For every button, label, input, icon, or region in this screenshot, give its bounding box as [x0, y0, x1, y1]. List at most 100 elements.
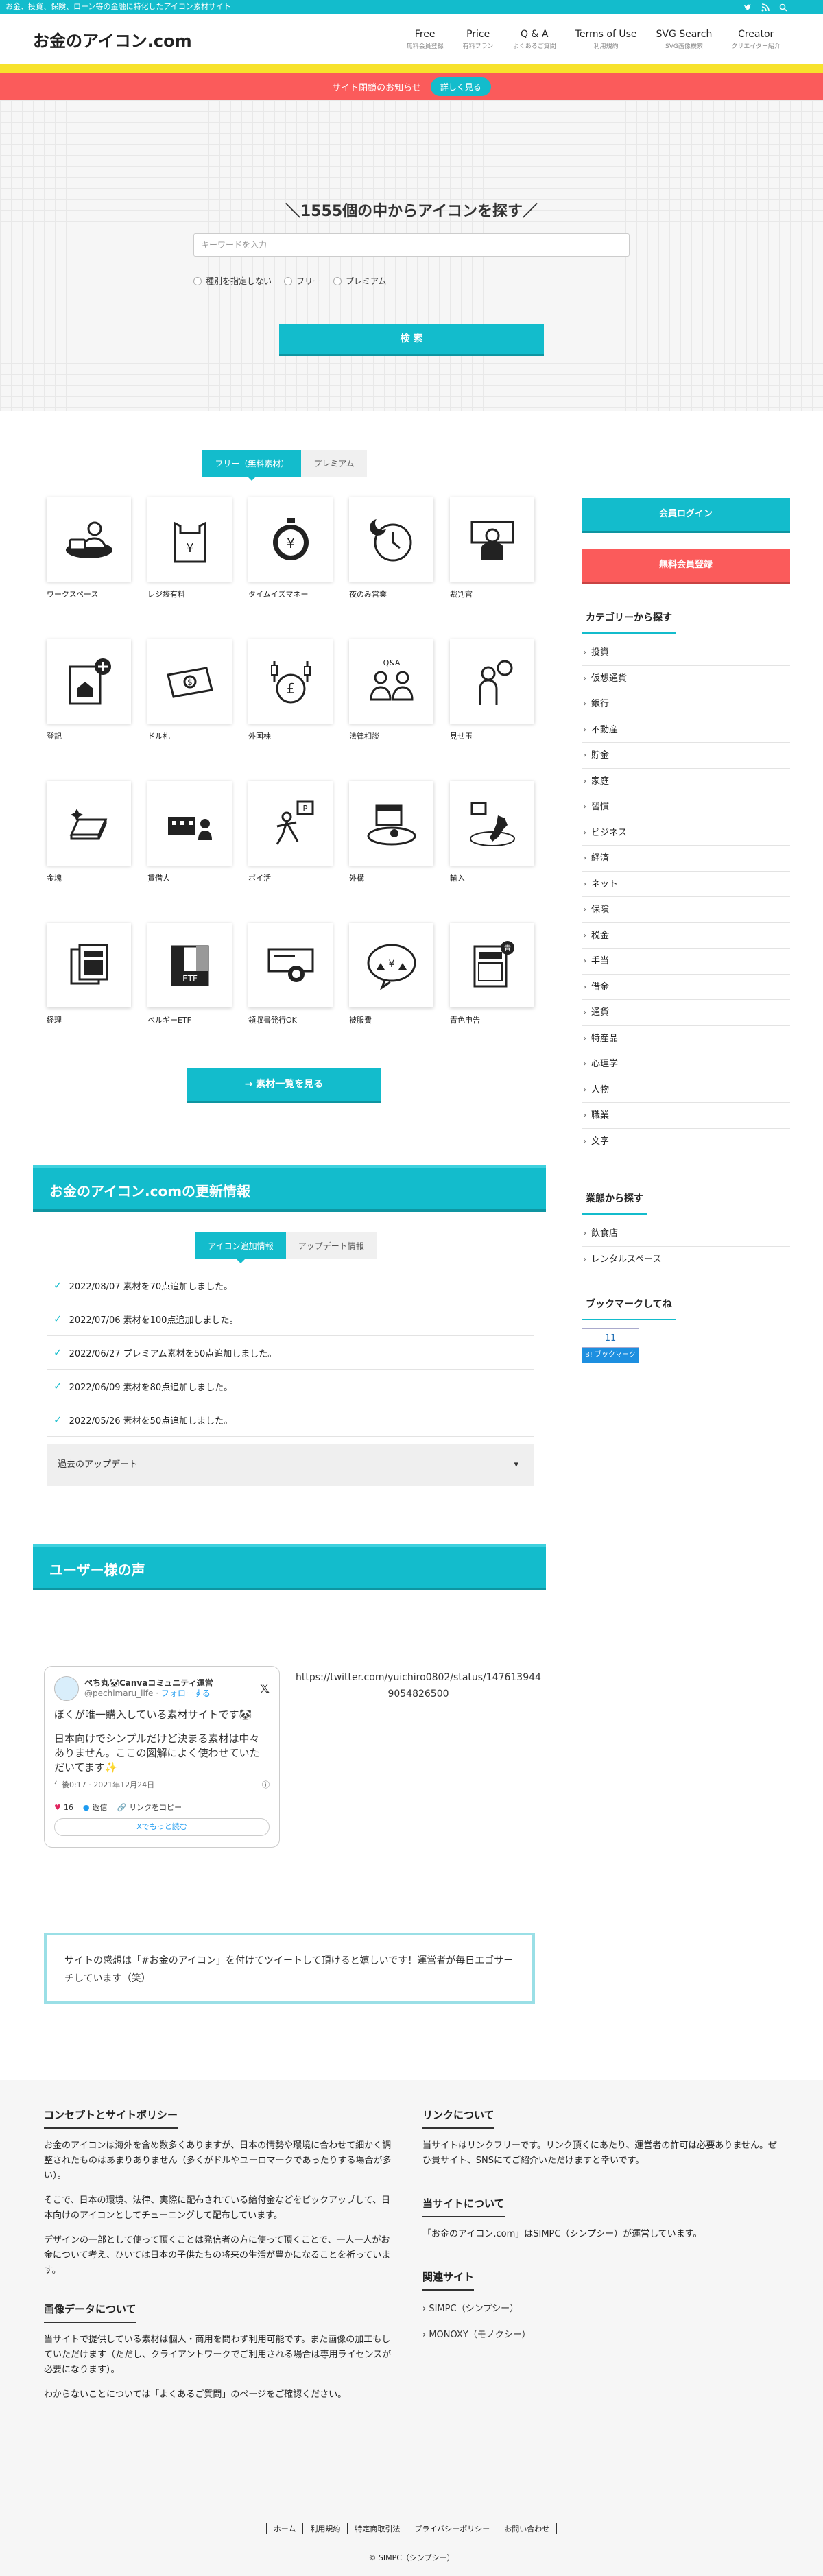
footer-link-contact[interactable]: お問い合わせ [497, 2523, 558, 2534]
icon-thumb[interactable] [47, 497, 131, 582]
category-item[interactable]: 習慣 [582, 794, 790, 820]
icon-card[interactable]: ワークスペース [47, 497, 131, 599]
icon-thumb[interactable] [147, 781, 232, 866]
footer-link-terms[interactable]: 利用規約 [302, 2523, 347, 2534]
category-item[interactable]: 通貨 [582, 1000, 790, 1026]
category-item[interactable]: 特産品 [582, 1026, 790, 1051]
icon-card[interactable]: ETF ベルギーETF [147, 923, 232, 1025]
icon-card[interactable]: 登記 [47, 639, 131, 741]
icon-card[interactable]: ¥ タイムイズマネー [248, 497, 333, 599]
icon-thumb[interactable] [47, 639, 131, 724]
icon-card[interactable]: 見せ玉 [450, 639, 534, 741]
category-item[interactable]: 不動産 [582, 717, 790, 743]
radio-free[interactable]: フリー [284, 275, 321, 287]
radio-circle[interactable] [284, 276, 293, 285]
tab-premium[interactable]: プレミアム [301, 450, 367, 477]
tab-icon-additions[interactable]: アイコン追加情報 [195, 1232, 286, 1263]
search-button[interactable]: 検 索 [279, 324, 544, 354]
view-all-button[interactable]: → 素材一覧を見る [187, 1068, 381, 1101]
related-label[interactable]: SIMPC（シンプシー） [429, 2304, 518, 2314]
radio-circle[interactable] [333, 276, 342, 285]
icon-card[interactable]: 経理 [47, 923, 131, 1025]
bookmark-widget[interactable]: 11 B! ブックマーク [582, 1328, 639, 1363]
category-item[interactable]: ビジネス [582, 820, 790, 846]
icon-thumb[interactable] [349, 781, 433, 866]
category-item[interactable]: ネット [582, 872, 790, 897]
icon-card[interactable]: 領収書発行OK [248, 923, 333, 1025]
notice-button[interactable]: 詳しく見る [430, 77, 491, 96]
category-item[interactable]: 人物 [582, 1077, 790, 1103]
category-item[interactable]: 経済 [582, 846, 790, 872]
icon-card[interactable]: 金塊 [47, 781, 131, 883]
tab-free[interactable]: フリー（無料素材） [202, 450, 302, 481]
tweet-url[interactable]: https://twitter.com/yuichiro0802/status/… [295, 1669, 542, 1702]
icon-thumb[interactable]: ¥ [248, 497, 333, 582]
icon-thumb[interactable]: P [248, 781, 333, 866]
embedded-tweet[interactable]: ぺち丸🐼Canvaコミュニティ運営 @pechimaru_life · フォロー… [44, 1666, 280, 1848]
icon-thumb[interactable] [248, 923, 333, 1007]
read-more-button[interactable]: Xでもっと読む [54, 1818, 270, 1836]
category-item[interactable]: 借金 [582, 975, 790, 1000]
icon-card[interactable]: P ポイ活 [248, 781, 333, 883]
icon-card[interactable]: ¥ レジ袋有料 [147, 497, 232, 599]
nav-item-price[interactable]: Price 有料プラン [453, 29, 503, 50]
icon-thumb[interactable]: Q&A [349, 639, 433, 724]
link-icon[interactable]: 🔗 [117, 1803, 126, 1812]
follow-link[interactable]: フォローする [161, 1689, 211, 1698]
industry-item[interactable]: レンタルスペース [582, 1247, 790, 1272]
nav-item-qa[interactable]: Q & A よくあるご質問 [503, 29, 566, 50]
category-item[interactable]: 心理学 [582, 1051, 790, 1077]
icon-card[interactable]: 外構 [349, 781, 433, 883]
login-button[interactable]: 会員ログイン [582, 498, 790, 531]
reply-icon[interactable]: ● [83, 1803, 90, 1812]
icon-thumb[interactable]: 青 [450, 923, 534, 1007]
category-item[interactable]: 文字 [582, 1129, 790, 1154]
heart-icon[interactable]: ♥ [54, 1803, 61, 1812]
reply-label[interactable]: 返信 [92, 1802, 107, 1813]
category-item[interactable]: 仮想通貨 [582, 666, 790, 691]
category-item[interactable]: 職業 [582, 1103, 790, 1129]
search-icon[interactable] [779, 3, 787, 12]
category-item[interactable]: 貯金 [582, 743, 790, 769]
category-item[interactable]: 家庭 [582, 769, 790, 794]
twitter-icon[interactable] [743, 3, 752, 11]
past-updates-accordion[interactable]: 過去のアップデート [47, 1444, 534, 1486]
industry-item[interactable]: 飲食店 [582, 1221, 790, 1247]
icon-card[interactable]: 青青色申告 [450, 923, 534, 1025]
icon-thumb[interactable] [349, 497, 433, 582]
icon-thumb[interactable]: £ [248, 639, 333, 724]
rss-icon[interactable] [761, 3, 770, 12]
icon-card[interactable]: Q&A 法律相談 [349, 639, 433, 741]
footer-link-home[interactable]: ホーム [265, 2523, 303, 2534]
icon-thumb[interactable]: ETF [147, 923, 232, 1007]
search-input[interactable]: キーワードを入力 [193, 233, 630, 257]
icon-card[interactable]: 輸入 [450, 781, 534, 883]
related-item[interactable]: › MONOXY（モノクシー） [422, 2322, 779, 2348]
category-item[interactable]: 保険 [582, 897, 790, 923]
icon-card[interactable]: 夜のみ営業 [349, 497, 433, 599]
info-icon[interactable]: ⓘ [262, 1779, 270, 1790]
icon-thumb[interactable] [47, 781, 131, 866]
icon-card[interactable]: 裁判官 [450, 497, 534, 599]
icon-card[interactable]: 賃借人 [147, 781, 232, 883]
footer-link-commerce[interactable]: 特定商取引法 [347, 2523, 407, 2534]
icon-thumb[interactable] [450, 781, 534, 866]
copy-link-label[interactable]: リンクをコピー [129, 1802, 182, 1813]
icon-thumb[interactable]: ¥ [349, 923, 433, 1007]
related-label[interactable]: MONOXY（モノクシー） [429, 2330, 530, 2340]
nav-item-creator[interactable]: Creator クリエイター紹介 [721, 29, 790, 50]
icon-card[interactable]: $ ドル札 [147, 639, 232, 741]
nav-item-svg-search[interactable]: SVG Search SVG画像検索 [646, 29, 721, 50]
icon-thumb[interactable]: $ [147, 639, 232, 724]
related-item[interactable]: › SIMPC（シンプシー） [422, 2296, 779, 2322]
register-button[interactable]: 無料会員登録 [582, 549, 790, 582]
radio-any[interactable]: 種別を指定しない [193, 275, 272, 287]
icon-thumb[interactable] [450, 497, 534, 582]
icon-thumb[interactable]: ¥ [147, 497, 232, 582]
icon-card[interactable]: ¥ 被服費 [349, 923, 433, 1025]
footer-link-privacy[interactable]: プライバシーポリシー [407, 2523, 497, 2534]
icon-thumb[interactable] [47, 923, 131, 1007]
radio-premium[interactable]: プレミアム [333, 275, 386, 287]
category-item[interactable]: 税金 [582, 923, 790, 949]
category-item[interactable]: 投資 [582, 640, 790, 666]
